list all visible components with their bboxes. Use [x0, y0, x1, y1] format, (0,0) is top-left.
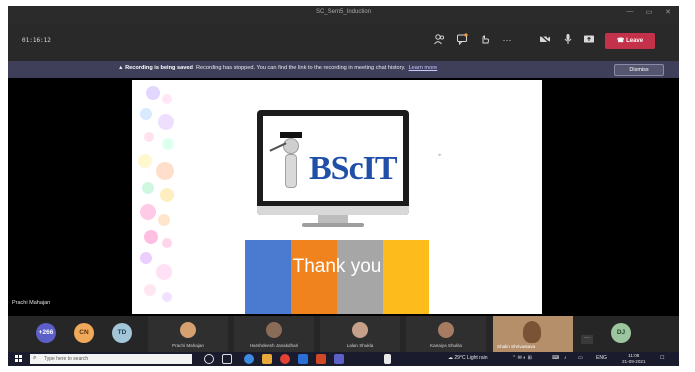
- avatar: [438, 322, 454, 338]
- teams-window: SC_Sem5_Induction — ▭ ✕ 01:16:12 ··· ☎ L…: [8, 6, 679, 366]
- pen-icon[interactable]: [384, 354, 391, 364]
- task-view-icon[interactable]: [222, 354, 232, 364]
- clock-date: 21-09-2021: [622, 359, 646, 364]
- avatar-td[interactable]: TD: [112, 323, 132, 343]
- participant-tile[interactable]: Kanaiya Shukla: [406, 316, 486, 352]
- battery-icon[interactable]: ▭: [578, 355, 583, 361]
- participant-name: Prachi Mahajan: [172, 343, 204, 348]
- figure-head: [283, 138, 299, 154]
- mic-icon[interactable]: [561, 33, 575, 47]
- monitor-screen: BScIT: [263, 116, 403, 201]
- chat-icon[interactable]: [455, 33, 469, 47]
- reactions-icon[interactable]: [478, 33, 492, 47]
- windows-start-icon[interactable]: [15, 355, 23, 363]
- close-icon[interactable]: ✕: [661, 8, 675, 16]
- meeting-timer: 01:16:12: [22, 37, 51, 44]
- banner-text: Recording has stopped. You can find the …: [195, 65, 406, 71]
- participant-name: Lalan Shukla: [346, 343, 374, 348]
- figure-body: [285, 154, 297, 188]
- participant-tile[interactable]: Lalan Shukla: [320, 316, 400, 352]
- chrome-icon[interactable]: [280, 354, 290, 364]
- powerpoint-icon[interactable]: [316, 354, 326, 364]
- notification-icon[interactable]: ☐: [660, 355, 664, 361]
- banner-bold-text: Recording is being saved: [125, 65, 193, 71]
- dismiss-button[interactable]: Dismiss: [614, 64, 664, 76]
- participant-video-tile[interactable]: Shalin Shrivastava: [493, 316, 573, 352]
- avatar: [266, 322, 282, 338]
- search-placeholder: Type here to search: [44, 356, 89, 362]
- teams-icon[interactable]: [334, 354, 344, 364]
- overflow-count[interactable]: +266: [36, 323, 56, 343]
- mouse-cursor-icon: ⌖: [438, 153, 442, 159]
- presentation-slide: BScIT Thank you: [132, 80, 542, 314]
- learn-more-link[interactable]: Learn more: [409, 65, 438, 71]
- camera-icon[interactable]: [538, 33, 552, 47]
- participant-video: [523, 321, 541, 343]
- taskbar-search-input[interactable]: ⌕ Type here to search: [30, 354, 192, 364]
- monitor-chin: [257, 206, 409, 215]
- people-icon[interactable]: [432, 33, 446, 47]
- more-options-icon[interactable]: ···: [581, 335, 593, 344]
- network-icon[interactable]: ⌨: [552, 355, 559, 361]
- shared-screen-stage: BScIT Thank you ⌖ Prachi Mahajan: [8, 78, 679, 316]
- bscit-logo-text: BScIT: [309, 150, 398, 187]
- more-icon[interactable]: ···: [500, 33, 514, 47]
- window-title: SC_Sem5_Induction: [315, 9, 372, 15]
- presenter-name: Prachi Mahajan: [12, 300, 51, 306]
- recording-banner: ▲ Recording is being saved Recording has…: [8, 61, 679, 78]
- leave-label: Leave: [626, 38, 644, 44]
- participant-name: Kanaiya Shukla: [430, 343, 462, 348]
- avatar-cn[interactable]: CN: [74, 323, 94, 343]
- monitor-illustration: BScIT: [257, 110, 409, 215]
- avatar: [352, 322, 368, 338]
- search-icon: ⌕: [33, 355, 37, 361]
- taskbar-clock[interactable]: 11:08 21-09-2021: [622, 353, 646, 365]
- weather-text: 29°C Light rain: [454, 355, 488, 361]
- participant-tile[interactable]: Prachi Mahajan: [148, 316, 228, 352]
- minimize-icon[interactable]: —: [623, 8, 637, 15]
- weather-widget[interactable]: ☁ 29°C Light rain: [448, 355, 488, 361]
- volume-icon[interactable]: ♪: [564, 355, 567, 361]
- system-tray-icons[interactable]: ⌃ ✉ ◐ ⊞: [512, 355, 532, 361]
- avatar-dj[interactable]: DJ: [611, 323, 631, 343]
- banner-message: ▲ Recording is being saved Recording has…: [118, 65, 437, 71]
- language-indicator[interactable]: ENG: [596, 355, 607, 361]
- maximize-icon[interactable]: ▭: [642, 8, 656, 16]
- phone-hangup-icon: ☎: [616, 38, 627, 44]
- store-icon[interactable]: [298, 354, 308, 364]
- participant-tile[interactable]: Harshdeesh Janakdhari: [234, 316, 314, 352]
- monitor-stand-base: [302, 223, 364, 227]
- participant-name: Harshdeesh Janakdhari: [249, 343, 299, 348]
- bokeh-decoration: [132, 80, 202, 314]
- participant-name: Shalin Shrivastava: [497, 344, 536, 349]
- leave-button[interactable]: ☎ Leave: [605, 33, 655, 49]
- meeting-toolbar: 01:16:12 ··· ☎ Leave: [8, 23, 679, 61]
- avatar: [180, 322, 196, 338]
- windows-taskbar: ⌕ Type here to search ☁ 29°C Light rain …: [8, 352, 679, 366]
- title-bar: SC_Sem5_Induction — ▭ ✕: [8, 6, 679, 23]
- thank-you-text: Thank you: [292, 256, 382, 277]
- monitor-stand: [318, 215, 348, 223]
- file-explorer-icon[interactable]: [262, 354, 272, 364]
- cortana-icon[interactable]: [204, 354, 214, 364]
- edge-icon[interactable]: [244, 354, 254, 364]
- participant-gallery: +266 CN TD Prachi Mahajan Harshdeesh Jan…: [8, 316, 679, 352]
- share-icon[interactable]: [582, 33, 596, 47]
